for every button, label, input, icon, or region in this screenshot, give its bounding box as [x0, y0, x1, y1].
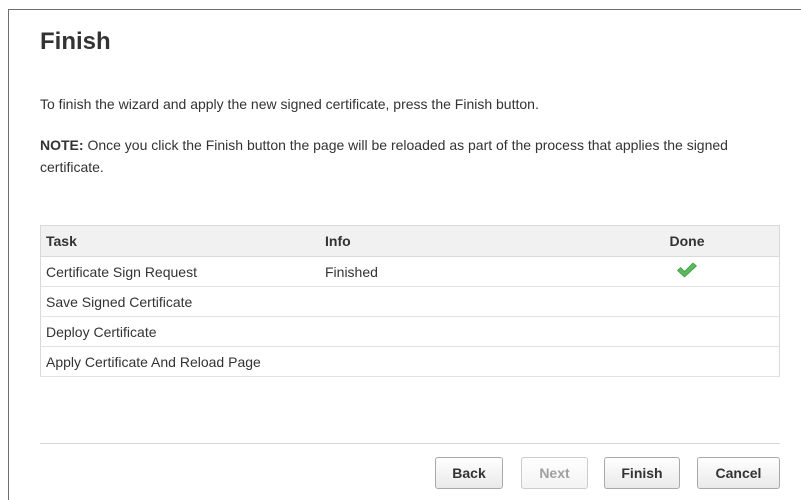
- done-cell: [595, 286, 780, 317]
- finish-button[interactable]: Finish: [604, 457, 680, 489]
- task-table: Task Info Done Certificate Sign Request …: [40, 225, 780, 377]
- task-cell: Deploy Certificate: [40, 316, 320, 347]
- info-cell: [320, 286, 595, 317]
- header-task: Task: [40, 225, 320, 257]
- table-row: Certificate Sign Request Finished: [40, 256, 780, 287]
- table-header-row: Task Info Done: [40, 225, 780, 257]
- note-label: NOTE:: [40, 137, 84, 153]
- next-button[interactable]: Next: [521, 457, 588, 489]
- info-cell: [320, 316, 595, 347]
- info-cell: [320, 346, 595, 377]
- task-cell: Apply Certificate And Reload Page: [40, 346, 320, 377]
- info-cell: Finished: [320, 256, 595, 287]
- done-cell: [595, 256, 780, 287]
- note-text: Once you click the Finish button the pag…: [40, 137, 728, 175]
- done-cell: [595, 346, 780, 377]
- cancel-button[interactable]: Cancel: [697, 457, 780, 489]
- table-row: Save Signed Certificate: [40, 286, 780, 317]
- back-button[interactable]: Back: [435, 457, 503, 489]
- intro-text: To finish the wizard and apply the new s…: [40, 96, 539, 112]
- task-cell: Certificate Sign Request: [40, 256, 320, 287]
- note-paragraph: NOTE: Once you click the Finish button t…: [40, 134, 780, 178]
- table-row: Deploy Certificate: [40, 316, 780, 347]
- footer-divider: [40, 443, 780, 444]
- task-cell: Save Signed Certificate: [40, 286, 320, 317]
- done-cell: [595, 316, 780, 347]
- green-checkmark-icon: [676, 262, 698, 281]
- table-row: Apply Certificate And Reload Page: [40, 346, 780, 377]
- page-title: Finish: [40, 28, 111, 55]
- header-done: Done: [595, 225, 780, 257]
- header-info: Info: [320, 225, 595, 257]
